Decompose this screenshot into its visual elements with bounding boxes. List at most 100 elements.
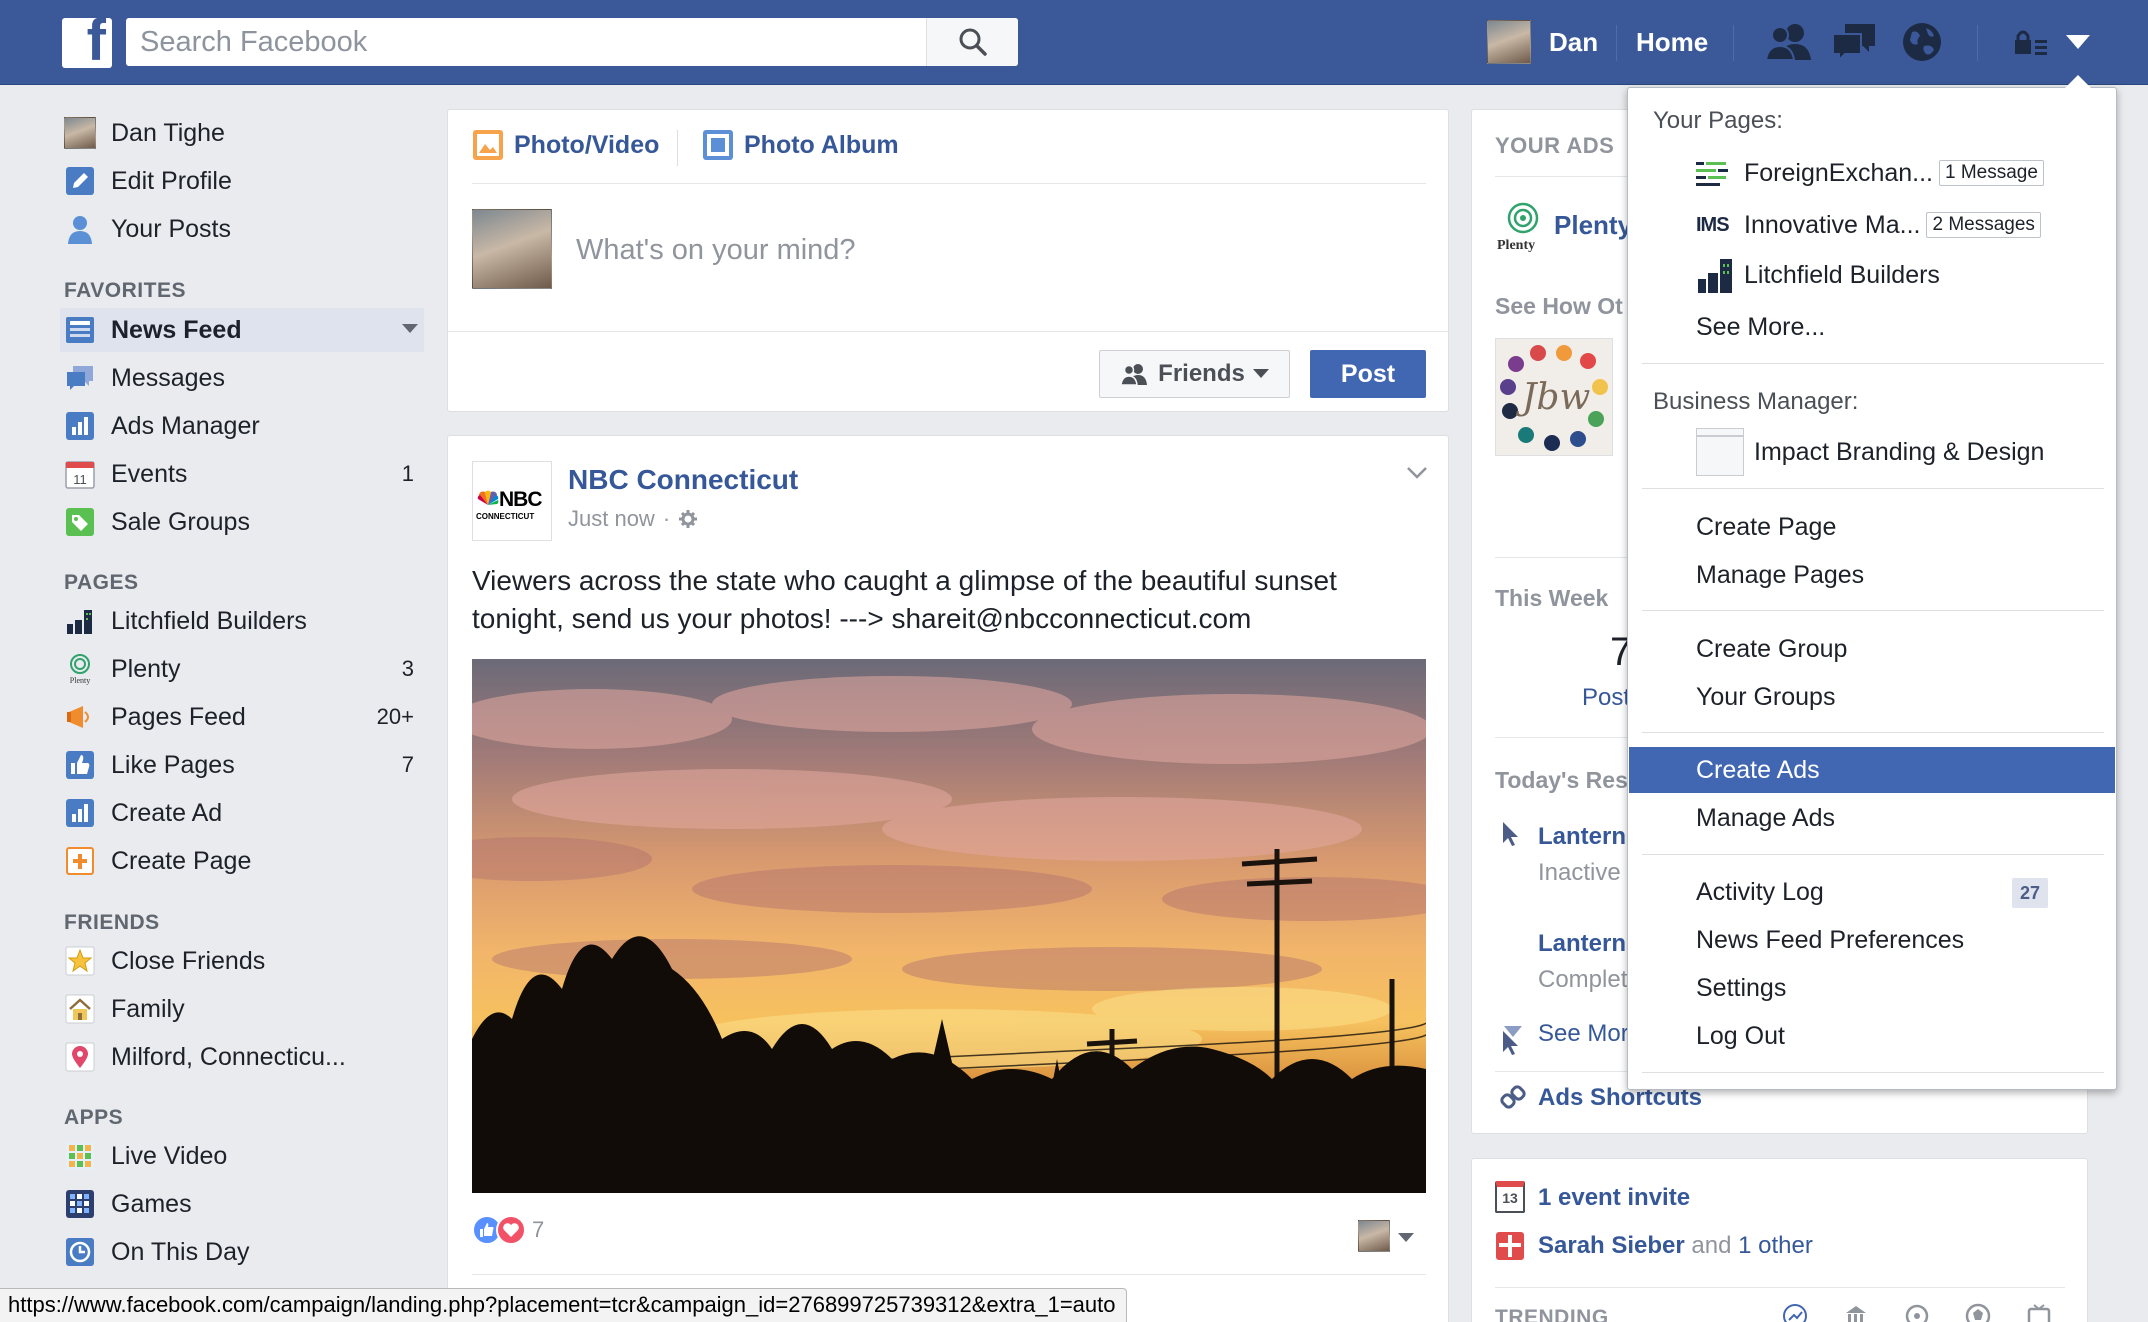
composer-footer-divider — [448, 331, 1448, 332]
post-photo[interactable] — [472, 659, 1426, 1193]
share-as-avatar[interactable] — [1358, 1220, 1390, 1252]
manage-pages-item[interactable]: Manage Pages — [1696, 561, 1864, 590]
reactions-row[interactable]: 7 — [472, 1215, 544, 1245]
see-more-link[interactable]: See Mor — [1538, 1020, 1629, 1048]
trending-science-icon[interactable] — [1904, 1303, 1930, 1322]
dropdown-page-item[interactable]: Litchfield Builders — [1696, 255, 2096, 295]
jbw-ad-image[interactable]: Jbw — [1495, 338, 1613, 456]
trending-sports-icon[interactable] — [1965, 1303, 1991, 1322]
sidebar-item-your-posts[interactable]: Your Posts — [64, 209, 414, 249]
nav-divider — [1733, 25, 1734, 61]
message-count-badge: 2 Messages — [1926, 212, 2041, 238]
settings-item[interactable]: Settings — [1696, 974, 1786, 1003]
lantern-ad-link[interactable]: Lantern — [1538, 930, 1626, 958]
manage-ads-item[interactable]: Manage Ads — [1696, 804, 1835, 833]
public-settings-icon[interactable] — [678, 509, 698, 529]
lantern-ad-link[interactable]: Lantern — [1538, 823, 1626, 851]
plenty-logo[interactable]: Plenty — [1495, 198, 1551, 254]
chevron-down-icon[interactable] — [402, 324, 418, 334]
sidebar-item-label: Your Posts — [111, 214, 231, 243]
sidebar-item-events[interactable]: 11 Events 1 — [64, 454, 414, 494]
business-page-icon — [1696, 428, 1744, 476]
megaphone-flag-icon — [64, 701, 96, 733]
sidebar-item-litchfield-builders[interactable]: Litchfield Builders — [64, 601, 414, 641]
sidebar-item-pages-feed[interactable]: Pages Feed 20+ — [64, 697, 414, 737]
friend-requests-icon[interactable] — [1765, 22, 1813, 62]
posts-stat-label[interactable]: Post — [1582, 684, 1630, 712]
sidebar-item-like-pages[interactable]: Like Pages 7 — [64, 745, 414, 785]
profile-name-link[interactable]: Dan — [1549, 27, 1598, 58]
messages-icon[interactable] — [1831, 22, 1877, 64]
calendar-day-number: 13 — [1502, 1190, 1518, 1206]
sidebar-item-profile[interactable]: Dan Tighe — [64, 113, 414, 153]
dropdown-page-item[interactable]: IMS Innovative Ma... 2 Messages — [1696, 205, 2096, 245]
friend-name-link[interactable]: Sarah Sieber — [1538, 1232, 1685, 1259]
see-more-pages-link[interactable]: See More... — [1696, 313, 1825, 342]
post-options-chevron-down-icon[interactable] — [1406, 466, 1428, 480]
dropdown-separator — [1642, 854, 2104, 855]
event-invite-link[interactable]: 1 event invite — [1538, 1184, 1690, 1212]
favorites-section-title: FAVORITES — [64, 279, 186, 302]
news-feed-preferences-item[interactable]: News Feed Preferences — [1696, 926, 1964, 955]
business-item[interactable]: Impact Branding & Design — [1696, 428, 2044, 476]
share-as-chevron-down-icon[interactable] — [1398, 1233, 1414, 1243]
dropdown-page-item[interactable]: ForeignExchan... 1 Message — [1696, 153, 2096, 193]
status-composer: Photo/Video Photo Album What's on your m… — [447, 109, 1449, 412]
sidebar-item-on-this-day[interactable]: On This Day — [64, 1232, 414, 1272]
activity-log-item[interactable]: Activity Log — [1696, 878, 1824, 907]
photo-album-tab[interactable]: Photo Album — [702, 129, 899, 161]
search-button[interactable] — [926, 18, 1018, 66]
page-avatar[interactable]: NBC CONNECTICUT — [472, 461, 552, 541]
your-groups-item[interactable]: Your Groups — [1696, 683, 1835, 712]
account-menu-chevron-down-icon[interactable] — [2065, 33, 2091, 51]
sidebar-item-create-ad[interactable]: Create Ad — [64, 793, 414, 833]
sidebar-item-edit-profile[interactable]: Edit Profile — [64, 161, 414, 201]
post-page-name[interactable]: NBC Connecticut — [568, 464, 798, 496]
trending-category-icons[interactable] — [1782, 1303, 2052, 1322]
search-input[interactable] — [126, 18, 926, 66]
home-link[interactable]: Home — [1636, 27, 1708, 58]
facebook-logo-icon[interactable]: f — [62, 8, 112, 73]
trending-entertainment-icon[interactable] — [2026, 1303, 2052, 1322]
litchfield-builders-logo-icon — [64, 605, 96, 637]
sidebar-item-close-friends[interactable]: Close Friends — [64, 941, 414, 981]
audience-selector[interactable]: Friends — [1099, 350, 1290, 398]
profile-avatar[interactable] — [1487, 20, 1531, 64]
nav-divider — [1977, 25, 1978, 61]
section-divider — [1495, 1287, 2065, 1288]
sidebar-item-ads-manager[interactable]: Ads Manager — [64, 406, 414, 446]
sidebar-item-label: Family — [111, 994, 185, 1023]
dot-separator: · — [662, 506, 671, 531]
sidebar-item-sale-groups[interactable]: Sale Groups — [64, 502, 414, 542]
others-link[interactable]: 1 other — [1738, 1232, 1813, 1259]
dropdown-separator — [1642, 488, 2104, 489]
sidebar-item-messages[interactable]: Messages — [64, 358, 414, 398]
post-button[interactable]: Post — [1310, 350, 1426, 398]
sidebar-item-games[interactable]: Games — [64, 1184, 414, 1224]
create-page-item[interactable]: Create Page — [1696, 513, 1836, 542]
photo-video-tab[interactable]: Photo/Video — [472, 129, 659, 161]
trending-top-icon[interactable] — [1782, 1303, 1808, 1322]
notifications-globe-icon[interactable] — [1902, 22, 1942, 62]
privacy-shortcuts-icon[interactable] — [2013, 28, 2049, 56]
create-ads-item[interactable]: Create Ads — [1696, 756, 1820, 785]
log-out-item[interactable]: Log Out — [1696, 1022, 1785, 1051]
friends-icon — [1120, 364, 1148, 385]
sidebar-item-create-page[interactable]: Create Page — [64, 841, 414, 881]
trending-politics-icon[interactable] — [1843, 1303, 1869, 1322]
status-input[interactable]: What's on your mind? — [576, 234, 856, 267]
plenty-ad-name[interactable]: Plenty — [1554, 210, 1632, 241]
sidebar-item-plenty[interactable]: Plenty Plenty 3 — [64, 649, 414, 689]
sidebar-item-milford[interactable]: Milford, Connecticu... — [64, 1037, 414, 1077]
like-pages-count: 7 — [401, 752, 414, 777]
sidebar-item-label: Sale Groups — [111, 507, 250, 536]
sidebar-item-family[interactable]: Family — [64, 989, 414, 1029]
sidebar-item-live-video[interactable]: Live Video — [64, 1136, 414, 1176]
post-timestamp[interactable]: Just now — [568, 506, 655, 532]
link-shortcut-icon — [1500, 1085, 1526, 1109]
ad-status-text: Inactive — [1538, 859, 1621, 886]
sidebar-item-label: News Feed — [111, 315, 242, 344]
create-group-item[interactable]: Create Group — [1696, 635, 1847, 664]
sidebar-item-news-feed[interactable]: News Feed — [64, 310, 418, 350]
dropdown-separator — [1642, 732, 2104, 733]
